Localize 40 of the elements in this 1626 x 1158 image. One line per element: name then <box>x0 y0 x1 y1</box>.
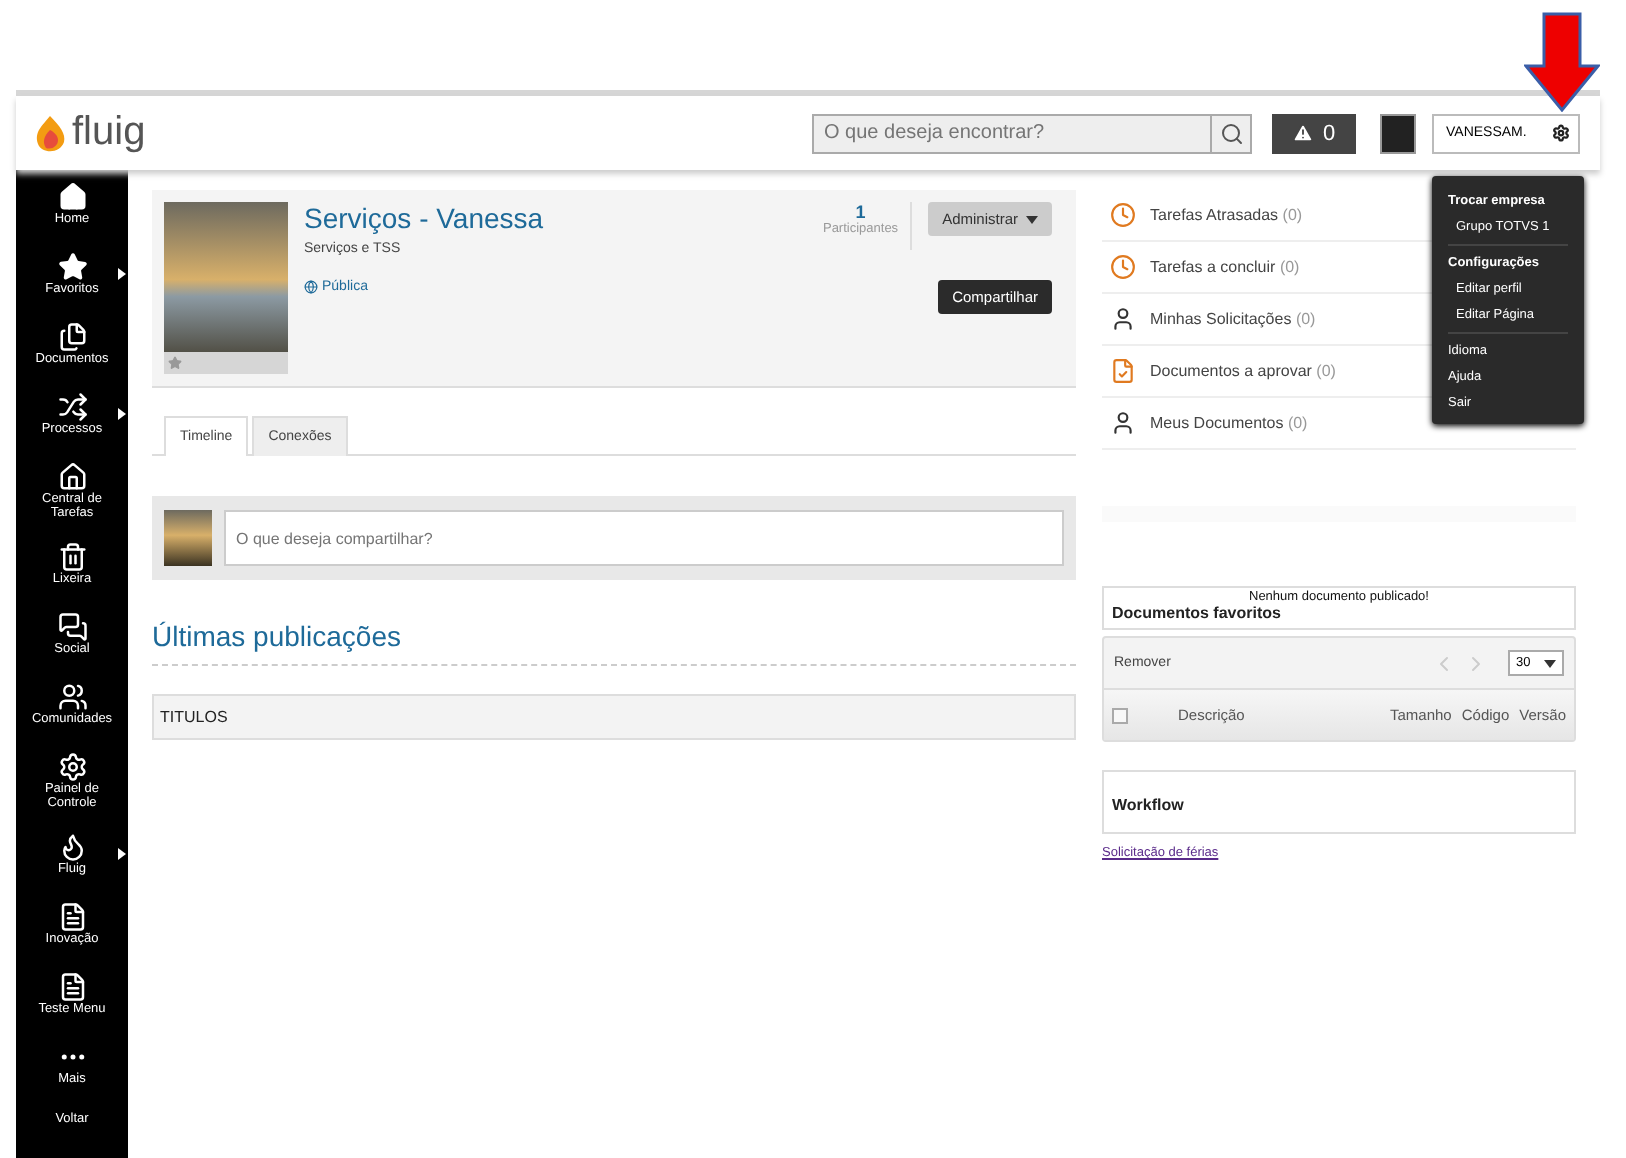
photo-placeholder <box>164 510 212 566</box>
clock-icon <box>1110 202 1136 228</box>
warning-icon <box>1292 122 1315 144</box>
settings-icon <box>57 752 87 782</box>
people-icon <box>57 682 87 712</box>
alerts-button[interactable]: 0 <box>1272 113 1356 153</box>
document-icon <box>57 902 87 932</box>
select-all-checkbox[interactable] <box>1112 707 1128 723</box>
star-icon[interactable] <box>168 356 182 370</box>
workflow-panel: Workflow <box>1102 770 1576 834</box>
document-icon <box>57 972 87 1002</box>
search-icon <box>1219 121 1243 145</box>
panel-title: Documentos favoritos <box>1112 604 1283 622</box>
document-check-icon <box>1110 358 1136 384</box>
person-icon <box>1110 306 1136 332</box>
clock-icon <box>1110 254 1136 280</box>
documents-icon <box>57 322 87 352</box>
search-input[interactable]: O que deseja encontrar? <box>814 122 1210 144</box>
caret-icon <box>1026 216 1038 225</box>
chat-icon <box>57 612 87 642</box>
section-heading: Últimas publicações <box>152 620 1076 666</box>
globe-icon <box>304 280 318 294</box>
logo-text: fluig <box>72 110 146 156</box>
house-icon <box>57 462 87 492</box>
column-header: TITULOS <box>152 694 1076 740</box>
flame-icon <box>57 832 87 862</box>
home-icon <box>57 182 87 212</box>
post-input[interactable]: O que deseja compartilhar? <box>224 510 1064 566</box>
arrows-icon <box>57 392 87 422</box>
arrow-drawing <box>1524 12 1600 112</box>
avatar[interactable] <box>1380 113 1416 153</box>
logo-icon <box>32 113 68 153</box>
trash-icon <box>57 542 87 572</box>
search-field[interactable]: O que deseja encontrar? <box>812 113 1252 153</box>
caret-icon <box>1544 659 1556 667</box>
person-icon <box>1110 410 1136 436</box>
settings-icon <box>1552 124 1570 142</box>
participants-count: 1 <box>855 202 866 222</box>
community-title: Serviços - Vanessa <box>304 202 546 234</box>
star-icon <box>57 252 87 282</box>
